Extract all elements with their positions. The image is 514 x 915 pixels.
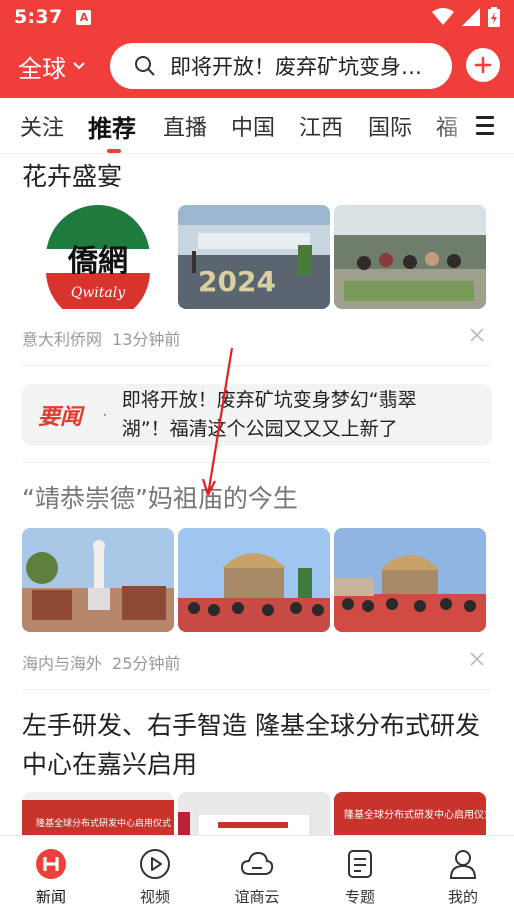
add-button[interactable] xyxy=(466,48,500,82)
news-feed[interactable]: 花卉盛宴 僑網 Qwitaly 2024 意大利侨网 13分钟前 要闻 · 即将… xyxy=(0,155,514,835)
cell-signal-icon xyxy=(462,8,480,26)
notification-a-icon: A xyxy=(76,9,92,25)
tab-china[interactable]: 中国 xyxy=(231,110,275,142)
tab-follow[interactable]: 关注 xyxy=(20,110,64,142)
battery-charging-icon xyxy=(488,7,500,27)
nav-topic-label: 专题 xyxy=(344,888,375,906)
nav-topic[interactable]: 专题 xyxy=(315,848,405,907)
news-icon xyxy=(36,849,66,879)
nav-video-label: 视频 xyxy=(139,888,170,906)
app-screen: 5:37 A 全球 即将开放！废弃矿坑变身梦 关注 推荐 直播 中国 江西 国际… xyxy=(0,0,514,915)
chevron-down-icon xyxy=(73,62,85,70)
nav-video[interactable]: 视频 xyxy=(110,848,200,907)
region-selector[interactable]: 全球 xyxy=(18,49,98,84)
bottom-nav: 新闻 视频 谊商云 专题 我的 xyxy=(0,835,514,915)
cloud-icon xyxy=(240,851,274,875)
tab-recommend[interactable]: 推荐 xyxy=(88,109,136,144)
tab-active-indicator xyxy=(107,149,121,153)
plus-icon xyxy=(474,56,492,74)
tabs-fade xyxy=(434,98,514,153)
wifi-icon xyxy=(432,8,454,25)
swipe-arrow-annotation xyxy=(201,347,234,496)
topic-icon xyxy=(348,850,372,878)
nav-news[interactable]: 新闻 xyxy=(6,848,96,907)
search-bar[interactable]: 即将开放！废弃矿坑变身梦幻“翡翠湖”！ xyxy=(110,43,452,89)
search-icon xyxy=(135,56,155,76)
video-play-icon xyxy=(140,849,170,879)
nav-cloud-label: 谊商云 xyxy=(234,888,280,906)
tab-jiangxi[interactable]: 江西 xyxy=(299,110,343,142)
channel-menu-icon[interactable] xyxy=(476,116,494,136)
user-icon xyxy=(449,850,477,879)
status-bar: 5:37 A xyxy=(0,0,514,34)
region-label: 全球 xyxy=(18,54,66,83)
tab-international[interactable]: 国际 xyxy=(368,110,412,142)
search-text: 即将开放！废弃矿坑变身梦幻“翡翠湖”！ xyxy=(170,55,440,79)
tab-live[interactable]: 直播 xyxy=(163,110,207,142)
nav-cloud[interactable]: 谊商云 xyxy=(212,848,302,907)
nav-news-label: 新闻 xyxy=(35,888,66,906)
header-bar: 全球 即将开放！废弃矿坑变身梦幻“翡翠湖”！ xyxy=(0,34,514,98)
nav-mine[interactable]: 我的 xyxy=(418,848,508,907)
status-time: 5:37 xyxy=(14,6,63,28)
nav-mine-label: 我的 xyxy=(447,888,478,906)
